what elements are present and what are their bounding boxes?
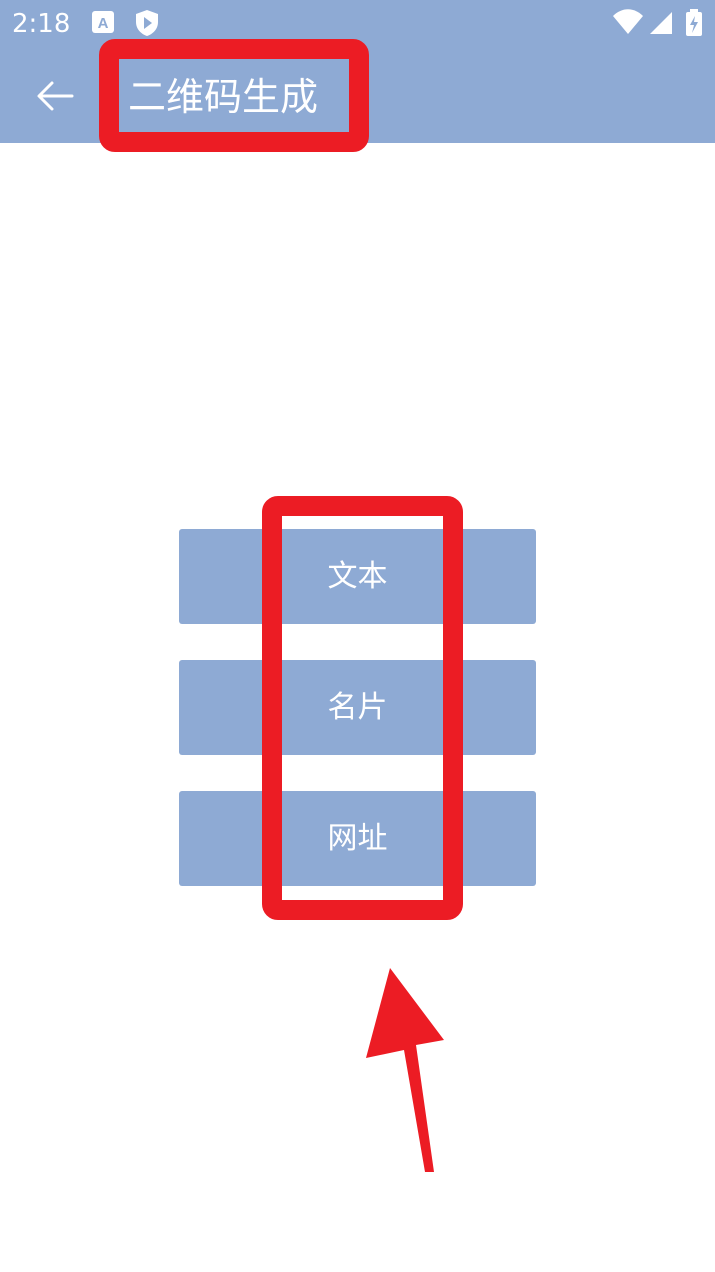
business-card-option-button[interactable]: 名片 — [179, 660, 536, 755]
battery-charging-icon — [684, 8, 706, 38]
page-title: 二维码生成 — [128, 75, 319, 119]
svg-text:A: A — [98, 15, 109, 32]
shield-play-icon — [133, 8, 161, 38]
app-bar: 2:18 A 二维码生成 — [0, 0, 715, 143]
annotation-overlay — [99, 39, 463, 1172]
wifi-icon — [612, 8, 644, 38]
cellular-signal-icon — [648, 8, 676, 38]
url-option-button[interactable]: 网址 — [179, 791, 536, 886]
back-button[interactable] — [28, 70, 84, 122]
annotation-arrow — [366, 968, 444, 1172]
status-time: 2:18 — [12, 9, 71, 39]
text-option-button[interactable]: 文本 — [179, 529, 536, 624]
arrow-left-icon — [37, 81, 74, 111]
app-a-icon: A — [90, 8, 118, 38]
